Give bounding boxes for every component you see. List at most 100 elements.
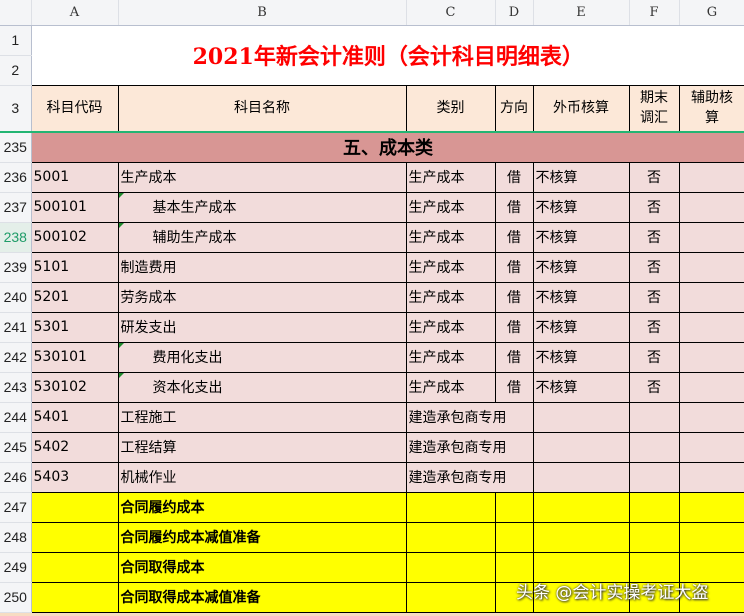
direction-cell[interactable]: 借 — [494, 341, 534, 373]
account-code-cell[interactable]: 5101 — [30, 251, 119, 283]
direction-cell[interactable]: 借 — [494, 371, 534, 403]
period-end-adjust-cell[interactable]: 否 — [628, 371, 680, 403]
foreign-currency-cell[interactable]: 不核算 — [532, 371, 630, 403]
foreign-currency-cell[interactable]: 不核算 — [532, 281, 630, 313]
sheet-title[interactable]: 2021年新会计准则（会计科目明细表） — [31, 25, 744, 85]
account-code-cell[interactable]: 500101 — [30, 191, 119, 223]
category-cell[interactable]: 生产成本 — [405, 251, 496, 283]
foreign-currency-cell[interactable] — [532, 401, 630, 433]
column-header-f[interactable]: F — [629, 0, 680, 26]
row-header[interactable]: 241 — [0, 312, 32, 343]
account-name-cell[interactable]: 合同取得成本减值准备 — [117, 581, 407, 613]
row-header[interactable]: 239 — [0, 252, 32, 283]
period-end-adjust-cell[interactable]: 否 — [628, 161, 680, 193]
row-header[interactable]: 2 — [0, 55, 32, 86]
foreign-currency-cell[interactable] — [532, 461, 630, 493]
foreign-currency-cell[interactable] — [532, 491, 630, 523]
direction-cell[interactable] — [494, 491, 534, 523]
direction-cell[interactable]: 借 — [494, 161, 534, 193]
account-code-cell[interactable] — [30, 551, 119, 583]
category-cell[interactable]: 建造承包商专用 — [405, 461, 534, 493]
account-name-cell[interactable]: 合同履约成本 — [117, 491, 407, 523]
category-cell[interactable]: 生产成本 — [405, 281, 496, 313]
account-code-cell[interactable]: 5403 — [30, 461, 119, 493]
auxiliary-cell[interactable] — [678, 461, 744, 493]
category-cell[interactable]: 生产成本 — [405, 161, 496, 193]
row-header[interactable]: 240 — [0, 282, 32, 313]
row-header[interactable]: 1 — [0, 25, 32, 56]
category-cell[interactable]: 生产成本 — [405, 311, 496, 343]
account-code-cell[interactable]: 530101 — [30, 341, 119, 373]
period-end-adjust-cell[interactable]: 否 — [628, 341, 680, 373]
auxiliary-cell[interactable] — [678, 341, 744, 373]
row-header[interactable]: 246 — [0, 462, 32, 493]
auxiliary-cell[interactable] — [678, 371, 744, 403]
account-name-cell[interactable]: 工程施工 — [117, 401, 407, 433]
period-end-adjust-cell[interactable]: 否 — [628, 251, 680, 283]
period-end-adjust-cell[interactable] — [628, 521, 680, 553]
row-header[interactable]: 238 — [0, 222, 32, 253]
account-code-cell[interactable]: 5001 — [30, 161, 119, 193]
section-title[interactable]: 五、成本类 — [30, 131, 744, 163]
header-category[interactable]: 类别 — [405, 84, 496, 133]
auxiliary-cell[interactable] — [678, 281, 744, 313]
header-foreign-currency[interactable]: 外币核算 — [532, 84, 630, 133]
row-header[interactable]: 235 — [0, 132, 32, 163]
category-cell[interactable]: 生产成本 — [405, 371, 496, 403]
column-header-g[interactable]: G — [679, 0, 744, 26]
auxiliary-cell[interactable] — [678, 221, 744, 253]
column-header-b[interactable]: B — [118, 0, 407, 26]
auxiliary-cell[interactable] — [678, 161, 744, 193]
foreign-currency-cell[interactable] — [532, 431, 630, 463]
row-header[interactable]: 248 — [0, 522, 32, 553]
category-cell[interactable] — [405, 521, 496, 553]
foreign-currency-cell[interactable]: 不核算 — [532, 161, 630, 193]
auxiliary-cell[interactable] — [678, 251, 744, 283]
direction-cell[interactable]: 借 — [494, 281, 534, 313]
account-name-cell[interactable]: 费用化支出 — [117, 341, 407, 373]
row-header[interactable]: 236 — [0, 162, 32, 193]
direction-cell[interactable]: 借 — [494, 251, 534, 283]
row-header[interactable]: 250 — [0, 582, 32, 613]
period-end-adjust-cell[interactable]: 否 — [628, 221, 680, 253]
account-name-cell[interactable]: 机械作业 — [117, 461, 407, 493]
category-cell[interactable] — [405, 551, 496, 583]
foreign-currency-cell[interactable]: 不核算 — [532, 221, 630, 253]
account-name-cell[interactable]: 辅助生产成本 — [117, 221, 407, 253]
account-name-cell[interactable]: 工程结算 — [117, 431, 407, 463]
auxiliary-cell[interactable] — [678, 191, 744, 223]
account-code-cell[interactable]: 5401 — [30, 401, 119, 433]
category-cell[interactable]: 建造承包商专用 — [405, 431, 534, 463]
header-account-code[interactable]: 科目代码 — [30, 84, 119, 133]
account-name-cell[interactable]: 生产成本 — [117, 161, 407, 193]
header-direction[interactable]: 方向 — [494, 84, 534, 133]
account-code-cell[interactable]: 500102 — [30, 221, 119, 253]
account-code-cell[interactable] — [30, 581, 119, 613]
column-header-d[interactable]: D — [495, 0, 534, 26]
select-all-corner[interactable] — [0, 0, 32, 26]
row-header[interactable]: 247 — [0, 492, 32, 523]
category-cell[interactable]: 建造承包商专用 — [405, 401, 534, 433]
direction-cell[interactable]: 借 — [494, 311, 534, 343]
auxiliary-cell[interactable] — [678, 521, 744, 553]
header-auxiliary[interactable]: 辅助核算 — [678, 84, 744, 133]
direction-cell[interactable]: 借 — [494, 191, 534, 223]
header-period-end-adjust[interactable]: 期末调汇 — [628, 84, 680, 133]
foreign-currency-cell[interactable]: 不核算 — [532, 311, 630, 343]
period-end-adjust-cell[interactable] — [628, 491, 680, 523]
account-code-cell[interactable]: 5301 — [30, 311, 119, 343]
account-name-cell[interactable]: 研发支出 — [117, 311, 407, 343]
auxiliary-cell[interactable] — [678, 431, 744, 463]
period-end-adjust-cell[interactable] — [628, 431, 680, 463]
period-end-adjust-cell[interactable]: 否 — [628, 191, 680, 223]
auxiliary-cell[interactable] — [678, 401, 744, 433]
auxiliary-cell[interactable] — [678, 491, 744, 523]
row-header[interactable]: 245 — [0, 432, 32, 463]
category-cell[interactable] — [405, 491, 496, 523]
direction-cell[interactable] — [494, 521, 534, 553]
account-code-cell[interactable]: 5201 — [30, 281, 119, 313]
account-code-cell[interactable] — [30, 491, 119, 523]
period-end-adjust-cell[interactable] — [628, 461, 680, 493]
row-header[interactable]: 244 — [0, 402, 32, 433]
row-header[interactable]: 243 — [0, 372, 32, 403]
